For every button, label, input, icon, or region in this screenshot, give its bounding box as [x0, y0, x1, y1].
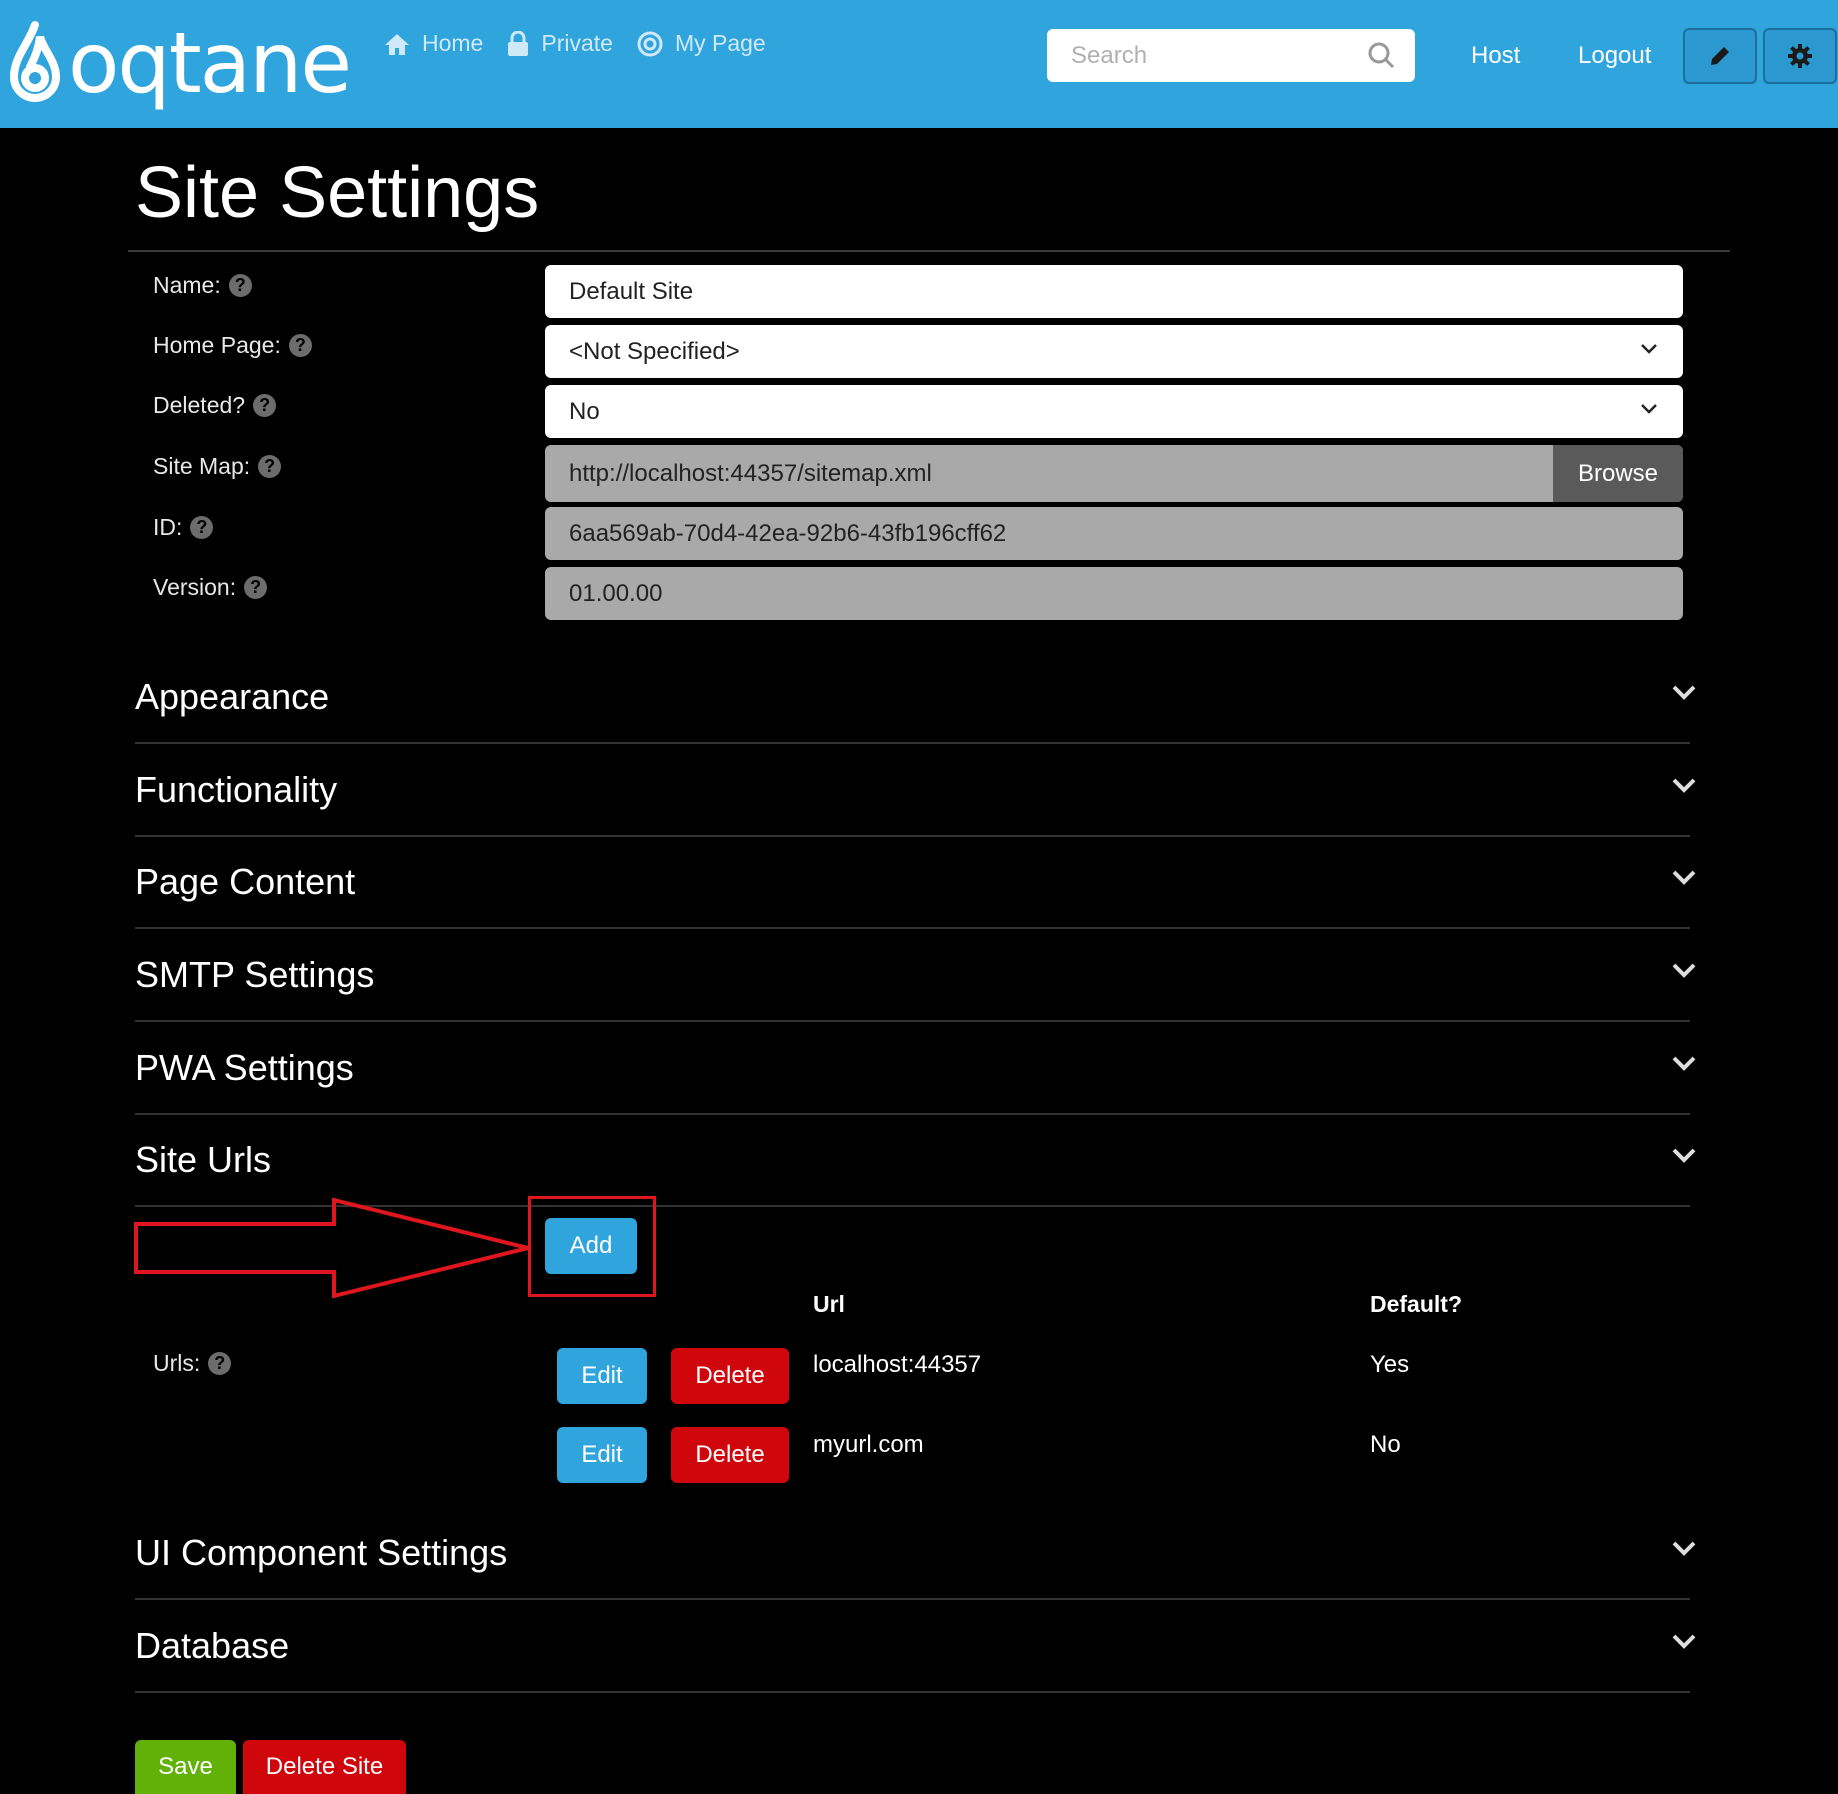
version-value: 01.00.00 — [569, 579, 663, 607]
chevron-down-icon — [1641, 344, 1657, 354]
site-logo[interactable]: oqtane — [8, 14, 352, 112]
annotation-arrow — [134, 1197, 529, 1299]
chevron-down-icon — [1672, 963, 1696, 978]
section-title: Appearance — [135, 676, 330, 717]
name-label-text: Name: — [153, 272, 221, 298]
divider — [135, 1598, 1690, 1600]
chevron-down-icon — [1672, 870, 1696, 885]
logout-link[interactable]: Logout — [1578, 42, 1651, 70]
add-url-button[interactable]: Add — [545, 1218, 637, 1274]
deleted-value: No — [569, 397, 600, 425]
main-nav: Home Private My Page — [384, 30, 790, 57]
lock-icon — [508, 30, 529, 56]
deleted-select[interactable]: No — [545, 385, 1683, 438]
home-page-label: Home Page: ? — [153, 332, 312, 359]
urls-label: Urls: ? — [153, 1350, 232, 1377]
urls-label-text: Urls: — [153, 1350, 201, 1376]
deleted-label: Deleted? ? — [153, 392, 277, 419]
section-title: Database — [135, 1625, 290, 1666]
divider — [135, 1020, 1690, 1022]
chevron-down-icon — [1672, 778, 1696, 793]
delete-site-button[interactable]: Delete Site — [243, 1740, 406, 1794]
droplet-icon — [9, 21, 61, 102]
nav-item-my-page[interactable]: My Page — [637, 30, 766, 57]
name-value: Default Site — [569, 277, 694, 305]
divider — [135, 927, 1690, 929]
url-cell: localhost:44357 — [813, 1351, 982, 1378]
section-title: SMTP Settings — [135, 954, 375, 995]
section-title: Site Urls — [135, 1139, 272, 1180]
name-field[interactable]: Default Site — [545, 265, 1683, 318]
nav-label: My Page — [674, 30, 766, 56]
home-page-label-text: Home Page: — [153, 332, 281, 358]
host-link[interactable]: Host — [1471, 42, 1520, 70]
home-icon — [385, 33, 409, 55]
id-label-text: ID: — [153, 514, 183, 540]
search-input[interactable] — [1047, 29, 1371, 82]
version-label-text: Version: — [153, 574, 237, 600]
top-navbar: oqtane Home Private My Page Host Logout — [0, 0, 1838, 128]
search-icon[interactable] — [1367, 41, 1395, 69]
home-page-select[interactable]: <Not Specified> — [545, 325, 1683, 378]
sitemap-label-text: Site Map: — [153, 453, 251, 479]
id-field: 6aa569ab-70d4-42ea-92b6-43fb196cff62 — [545, 507, 1683, 560]
search-box — [1047, 29, 1415, 82]
name-label: Name: ? — [153, 272, 252, 299]
divider — [135, 742, 1690, 744]
nav-item-home[interactable]: Home — [384, 30, 483, 57]
settings-button[interactable] — [1763, 28, 1837, 84]
edit-mode-button[interactable] — [1683, 28, 1757, 84]
chevron-down-icon — [1641, 404, 1657, 414]
id-label: ID: ? — [153, 514, 214, 541]
gear-icon — [1788, 44, 1812, 68]
section-title: Page Content — [135, 861, 356, 902]
default-cell: Yes — [1370, 1351, 1410, 1378]
chevron-down-icon — [1672, 1634, 1696, 1649]
help-icon[interactable]: ? — [288, 334, 312, 357]
delete-url-button[interactable]: Delete — [671, 1427, 789, 1483]
logo-text: oqtane — [68, 14, 352, 112]
sitemap-value: http://localhost:44357/sitemap.xml — [569, 459, 932, 487]
delete-url-button[interactable]: Delete — [671, 1348, 789, 1404]
version-label: Version: ? — [153, 574, 268, 601]
edit-url-button[interactable]: Edit — [557, 1427, 647, 1483]
target-icon — [637, 31, 663, 56]
save-button[interactable]: Save — [135, 1740, 236, 1794]
chevron-down-icon — [1672, 1148, 1696, 1163]
divider — [135, 1113, 1690, 1115]
divider — [128, 250, 1730, 252]
column-header-url: Url — [813, 1291, 845, 1317]
url-cell: myurl.com — [813, 1431, 924, 1458]
edit-url-button[interactable]: Edit — [557, 1348, 647, 1404]
nav-label: Home — [422, 30, 484, 56]
pencil-icon — [1711, 47, 1729, 65]
help-icon[interactable]: ? — [208, 1352, 232, 1375]
chevron-down-icon — [1672, 1056, 1696, 1071]
help-icon[interactable]: ? — [228, 274, 252, 297]
column-header-default: Default? — [1370, 1291, 1462, 1317]
nav-item-private[interactable]: Private — [507, 30, 613, 57]
id-value: 6aa569ab-70d4-42ea-92b6-43fb196cff62 — [569, 519, 1007, 547]
home-page-value: <Not Specified> — [569, 337, 740, 365]
sitemap-field[interactable]: http://localhost:44357/sitemap.xml Brows… — [545, 445, 1683, 502]
version-field: 01.00.00 — [545, 567, 1683, 620]
help-icon[interactable]: ? — [253, 394, 277, 417]
deleted-label-text: Deleted? — [153, 392, 246, 418]
divider — [135, 1691, 1690, 1693]
chevron-down-icon — [1672, 1541, 1696, 1556]
section-title: UI Component Settings — [135, 1532, 508, 1573]
default-cell: No — [1370, 1431, 1401, 1458]
chevron-down-icon — [1672, 685, 1696, 700]
sitemap-label: Site Map: ? — [153, 453, 282, 480]
help-icon[interactable]: ? — [244, 576, 268, 599]
help-icon[interactable]: ? — [258, 455, 282, 478]
browse-button[interactable]: Browse — [1553, 445, 1683, 502]
nav-label: Private — [541, 30, 613, 56]
help-icon[interactable]: ? — [190, 516, 214, 539]
page-title: Site Settings — [135, 153, 540, 233]
section-title: Functionality — [135, 769, 338, 810]
section-title: PWA Settings — [135, 1047, 354, 1088]
divider — [135, 835, 1690, 837]
